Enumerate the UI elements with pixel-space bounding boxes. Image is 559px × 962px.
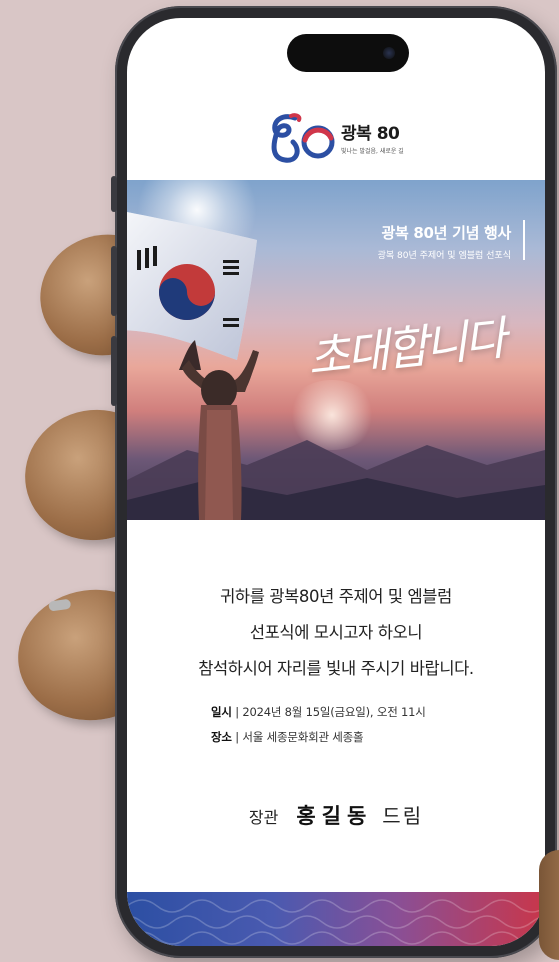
event-logo: 광복 80 빛나는 발걸음, 새로운 길 (265, 110, 404, 164)
hero-image: 광복 80년 기념 행사 광복 80년 주제어 및 엠블럼 선포식 초대합니다 (127, 180, 545, 520)
volume-up-button[interactable] (111, 246, 117, 316)
logo-title: 광복 80 (341, 124, 400, 144)
sender-role: 장관 (248, 808, 279, 827)
dynamic-island (287, 34, 409, 72)
action-button[interactable] (111, 176, 117, 212)
sender-signature: 장관 홍길동 드림 (127, 800, 545, 830)
volume-down-button[interactable] (111, 336, 117, 406)
invitation-line-1: 귀하를 광복80년 주제어 및 엠블럼 (220, 587, 452, 606)
place-label: 장소 (211, 730, 232, 744)
event-date: 일시 | 2024년 8월 15일(금요일), 오전 11시 (211, 704, 426, 720)
sender-suffix: 드림 (382, 804, 424, 828)
invitation-line-3: 참석하시어 자리를 빛내 주시기 바랍니다. (198, 659, 474, 678)
event-subtitle: 광복 80년 주제어 및 엠블럼 선포식 (377, 251, 511, 261)
date-label: 일시 (211, 705, 232, 719)
decorative-band (127, 892, 545, 946)
invitation-line-2: 선포식에 모시고자 하오니 (249, 623, 423, 642)
event-title: 광복 80년 기념 행사 (381, 224, 511, 242)
phone-frame: 광복 80 빛나는 발걸음, 새로운 길 광복 80년 기념 행사 광복 80년… (111, 6, 557, 958)
phone-screen: 광복 80 빛나는 발걸음, 새로운 길 광복 80년 기념 행사 광복 80년… (127, 18, 545, 946)
hero-divider (523, 220, 525, 260)
sender-name: 홍길동 (296, 804, 373, 828)
place-value: | 서울 세종문화회관 세종홀 (231, 730, 364, 744)
logo-subtitle: 빛나는 발걸음, 새로운 길 (341, 148, 404, 155)
wooden-thumb (539, 850, 559, 960)
date-value: | 2024년 8월 15일(금요일), 오전 11시 (231, 705, 426, 719)
logo-80-icon (271, 113, 335, 163)
event-place: 장소 | 서울 세종문화회관 세종홀 (211, 729, 364, 745)
wave-pattern (127, 899, 545, 945)
